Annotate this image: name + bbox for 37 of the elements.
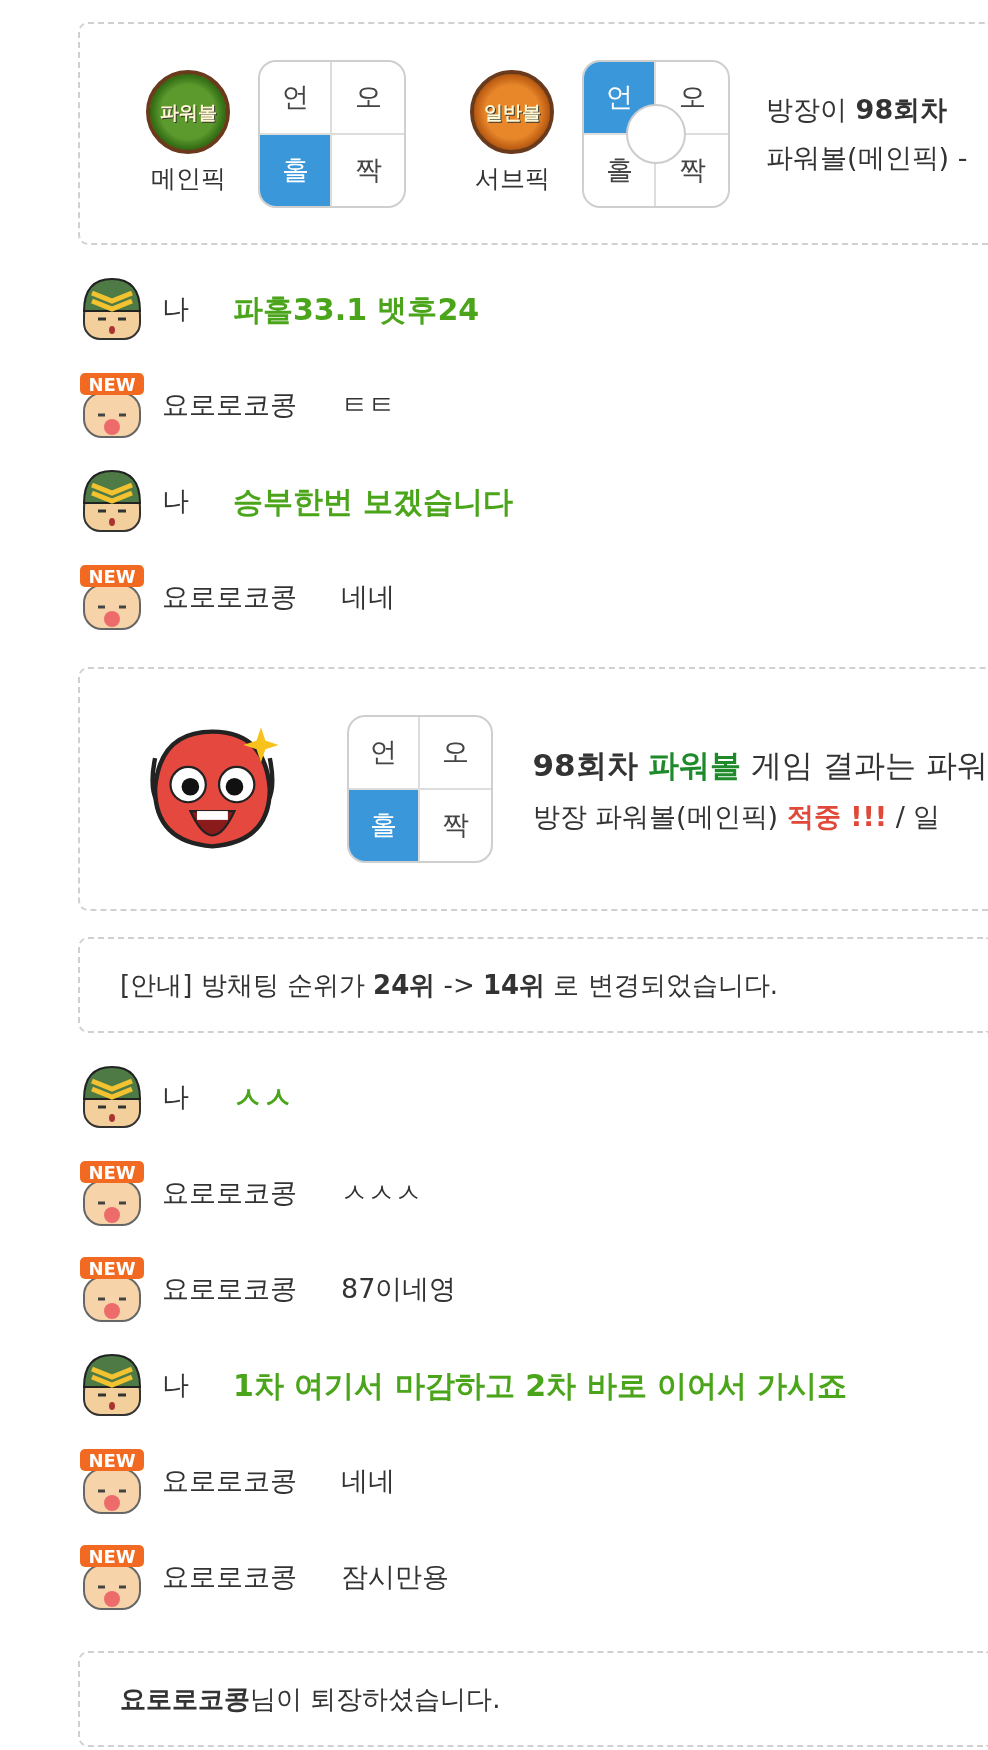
user-name: 요로로코콩 <box>162 1559 297 1594</box>
result-text-line: 파워볼(메인픽) - <box>766 140 968 175</box>
notice-text: [안내] 방채팅 순위가 24위 -> 14위 로 변경되었습니다. <box>120 968 778 1002</box>
pick-cell: 오 <box>332 61 404 135</box>
pick-cell-text: 짝 <box>677 152 707 187</box>
ball-icon: 파워볼 <box>146 69 230 154</box>
ball-icon: 일반볼 <box>470 69 554 154</box>
user-name: 요로로코콩 <box>162 579 297 614</box>
chat-message: 잠시만용 <box>341 1559 449 1594</box>
chat-message: 네네 <box>341 1463 395 1498</box>
user-name: 요로로코콩 <box>162 1463 297 1498</box>
chat-message: 87이네영 <box>341 1271 457 1306</box>
user-name: 나 <box>162 1367 189 1402</box>
chat-message: 파홀33.1 뱃후24 <box>233 290 480 329</box>
chat-message: ㅌㅌ <box>341 387 395 422</box>
user-name: 요로로코콩 <box>162 387 297 422</box>
pick-cell: 홀 <box>348 790 420 861</box>
result-text-line: 방장이 98회차 <box>766 93 949 128</box>
pick-cell: 오 <box>419 717 491 790</box>
chat-message: ㅅㅅ <box>233 1078 293 1117</box>
chat-message: ㅅㅅㅅ <box>341 1175 422 1210</box>
user-name: 나 <box>162 1079 189 1114</box>
pick-label: 메인픽 <box>150 162 226 195</box>
user-name: 나 <box>162 483 189 518</box>
pick-label: 서브픽 <box>474 162 550 195</box>
pick-cell-text: 짝 <box>353 152 383 187</box>
user-name: 나 <box>162 291 189 326</box>
chat-message: 1차 여기서 마감하고 2차 바로 이어서 가시죠 <box>233 1366 848 1405</box>
user-name: 요로로코콩 <box>162 1175 297 1210</box>
user-name: 요로로코콩 <box>162 1271 297 1306</box>
result-text-line: 방장 파워볼(메인픽) 적중 !!! / 일 <box>532 799 942 834</box>
notice-text: 요로로코콩님이 퇴장하셨습니다. <box>120 1682 501 1716</box>
pick-cell-text: 짝 <box>440 808 470 843</box>
pick-cell: 홀 <box>260 134 332 206</box>
result-text-line: 98회차 파워볼 게임 결과는 파워 <box>532 746 988 786</box>
chat-message: 승부한번 보겠습니다 <box>233 482 514 521</box>
chat-message: 네네 <box>341 579 395 614</box>
